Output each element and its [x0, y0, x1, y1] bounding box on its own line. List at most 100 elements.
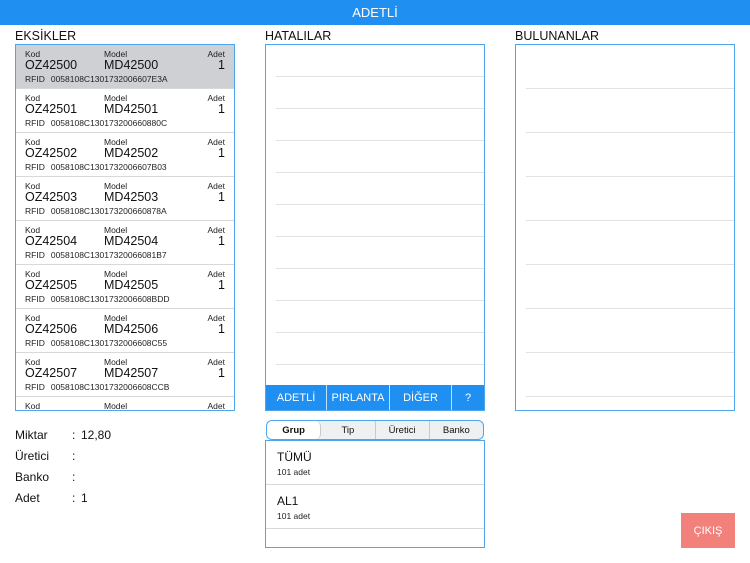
row-separator — [276, 236, 484, 237]
list-item[interactable]: Kod Model Adet OZ42503 MD42503 1 RFID 005… — [16, 177, 234, 221]
row-separator — [276, 76, 484, 77]
segment-tip[interactable]: Tip — [321, 421, 376, 439]
row-separator — [526, 132, 734, 133]
model-value: MD42506 — [104, 322, 159, 336]
missing-list[interactable]: Kod Model Adet OZ42500 MD42500 1 RFID 005… — [15, 44, 235, 411]
rfid-row: RFID 0058108C13017320066081B7 — [25, 250, 167, 260]
segment-grup[interactable]: Grup — [267, 421, 322, 439]
kod-value: OZ42505 — [25, 278, 78, 292]
rfid-value: 0058108C1301732006607E3A — [50, 74, 168, 84]
rfid-label: RFID — [25, 162, 45, 172]
rfid-row: RFID 0058108C1301732006608CCB — [25, 382, 169, 392]
row-separator — [276, 172, 484, 173]
adet-value: 1 — [218, 322, 225, 336]
rfid-value: 0058108C1301732006608BDD — [50, 294, 170, 304]
adet-value: 1 — [218, 366, 225, 380]
rfid-value: 0058108C1301732006608CCB — [50, 382, 170, 392]
group-item[interactable]: TÜMÜ 101 adet — [266, 441, 484, 485]
rfid-row: RFID 0058108C130173200660880C — [25, 118, 167, 128]
info-key: Adet — [15, 491, 40, 505]
info-value: 12,80 — [81, 428, 112, 442]
segment-uretici[interactable]: Üretici — [376, 421, 430, 439]
kod-value: OZ42507 — [25, 366, 78, 380]
model-value: MD42504 — [104, 234, 159, 248]
faulty-title: HATALILAR — [265, 29, 332, 43]
list-item[interactable]: Kod Model Adet OZ42504 MD42504 1 RFID 005… — [16, 221, 234, 265]
category-help-button[interactable]: ? — [452, 385, 484, 410]
list-item[interactable]: Kod Model Adet OZ42506 MD42506 1 RFID 005… — [16, 309, 234, 353]
info-value: 1 — [81, 491, 88, 505]
rfid-label: RFID — [25, 294, 45, 304]
missing-title: EKSİKLER — [15, 29, 77, 43]
model-value: MD42501 — [104, 102, 159, 116]
category-adetli-button[interactable]: ADETLİ — [266, 385, 327, 410]
rfid-label: RFID — [25, 74, 45, 84]
filter-segmented-control: Grup Tip Üretici Banko — [266, 420, 484, 440]
rfid-row: RFID 0058108C1301732006608C55 — [25, 338, 167, 348]
row-separator — [526, 352, 734, 353]
rfid-label: RFID — [25, 250, 45, 260]
category-pirlanta-button[interactable]: PIRLANTA — [327, 385, 390, 410]
category-bar: ADETLİ PIRLANTA DİĞER ? — [266, 385, 484, 410]
info-key: Banko — [15, 470, 50, 484]
list-item[interactable]: Kod Model Adet OZ42500 MD42500 1 RFID 005… — [16, 45, 234, 89]
kod-value: OZ42504 — [25, 234, 78, 248]
row-separator — [276, 332, 484, 333]
list-item[interactable]: Kod Model Adet OZ42507 MD42507 1 RFID 005… — [16, 353, 234, 397]
info-key: Üretici — [15, 449, 50, 463]
rfid-value: 0058108C1301732006608C55 — [50, 338, 168, 348]
list-item[interactable]: Kod Model Adet OZ42501 MD42501 1 RFID 005… — [16, 89, 234, 133]
found-list[interactable] — [515, 44, 735, 411]
row-separator — [526, 88, 734, 89]
model-label: Model — [104, 401, 128, 411]
adet-value: 1 — [218, 190, 225, 204]
rfid-row: RFID 0058108C1301732006608BDD — [25, 294, 169, 304]
group-item[interactable]: AL1 101 adet — [266, 485, 484, 529]
row-separator — [276, 300, 484, 301]
row-separator — [276, 108, 484, 109]
info-colon: : — [72, 449, 76, 463]
info-colon: : — [72, 428, 76, 442]
rfid-label: RFID — [25, 206, 45, 216]
kod-value: OZ42501 — [25, 102, 78, 116]
row-separator — [526, 220, 734, 221]
group-count: 101 adet — [277, 467, 311, 477]
info-colon: : — [72, 491, 76, 505]
rfid-value: 0058108C130173200660880C — [50, 118, 168, 128]
rfid-label: RFID — [25, 338, 45, 348]
list-item-partial[interactable]: Kod Model Adet — [16, 397, 234, 411]
title-bar: ADETLİ — [0, 0, 750, 25]
category-diger-button[interactable]: DİĞER — [390, 385, 452, 410]
row-separator — [526, 396, 734, 397]
adet-label: Adet — [207, 401, 226, 411]
segment-banko[interactable]: Banko — [430, 421, 483, 439]
adet-value: 1 — [218, 234, 225, 248]
row-separator — [526, 308, 734, 309]
rfid-value: 0058108C1301732006607B03 — [50, 162, 167, 172]
group-count: 101 adet — [277, 511, 311, 521]
model-value: MD42500 — [104, 58, 159, 72]
model-value: MD42507 — [104, 366, 159, 380]
list-item[interactable]: Kod Model Adet OZ42505 MD42505 1 RFID 005… — [16, 265, 234, 309]
row-separator — [526, 176, 734, 177]
rfid-label: RFID — [25, 118, 45, 128]
row-separator — [526, 264, 734, 265]
adet-value: 1 — [218, 58, 225, 72]
group-name: TÜMÜ — [277, 450, 312, 464]
row-separator — [276, 364, 484, 365]
kod-value: OZ42500 — [25, 58, 78, 72]
info-colon: : — [72, 470, 76, 484]
model-value: MD42505 — [104, 278, 159, 292]
faulty-list[interactable] — [265, 44, 485, 411]
exit-button[interactable]: ÇIKIŞ — [681, 513, 735, 548]
adet-value: 1 — [218, 102, 225, 116]
kod-value: OZ42502 — [25, 146, 78, 160]
kod-value: OZ42506 — [25, 322, 78, 336]
rfid-value: 0058108C13017320066081B7 — [50, 250, 167, 260]
rfid-value: 0058108C130173200660878A — [50, 206, 167, 216]
model-value: MD42503 — [104, 190, 159, 204]
rfid-row: RFID 0058108C1301732006607B03 — [25, 162, 167, 172]
list-item[interactable]: Kod Model Adet OZ42502 MD42502 1 RFID 005… — [16, 133, 234, 177]
group-list[interactable]: TÜMÜ 101 adet AL1 101 adet — [265, 440, 485, 548]
info-key: Miktar — [15, 428, 48, 442]
